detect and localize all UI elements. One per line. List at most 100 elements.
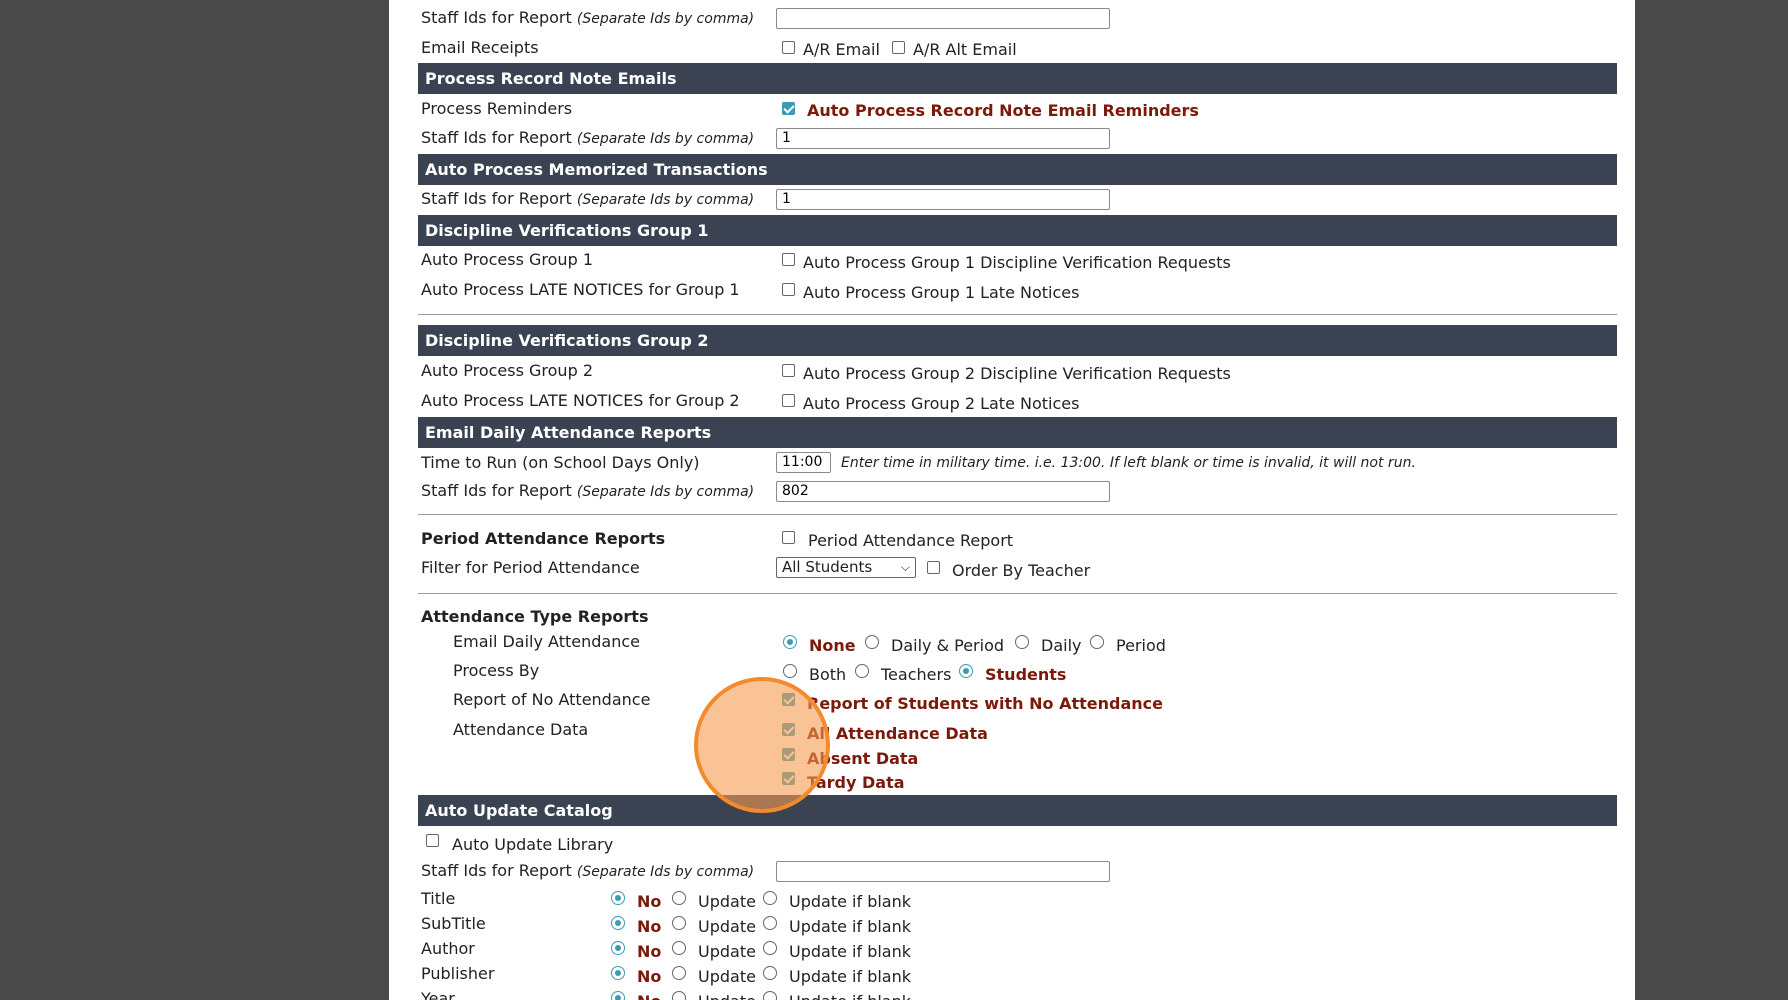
catalog-year-update-radio[interactable]: [672, 991, 686, 1000]
section-header-memorized-transactions: Auto Process Memorized Transactions: [418, 154, 1617, 185]
catalog-author-no-label: No: [637, 942, 662, 961]
auto-process-reminders-checkbox[interactable]: [782, 102, 795, 115]
catalog-author-update-radio[interactable]: [672, 941, 686, 955]
no-attendance-label: Report of No Attendance: [453, 690, 651, 709]
process-by-label: Process By: [453, 661, 540, 680]
process-by-students-label: Students: [985, 665, 1067, 684]
catalog-title-update-label: Update: [698, 892, 756, 911]
staff-ids-label: Staff Ids for Report (Separate Ids by co…: [421, 8, 755, 27]
highlight-circle: [694, 677, 830, 813]
email-daily-daily-label: Daily: [1041, 636, 1082, 655]
email-daily-daily-radio[interactable]: [1015, 635, 1029, 649]
filter-period-value: All Students: [782, 558, 873, 576]
period-attendance-option-label: Period Attendance Report: [808, 531, 1014, 550]
process-by-students-radio[interactable]: [959, 664, 973, 678]
catalog-subtitle-no-radio[interactable]: [611, 916, 625, 930]
staff-ids-label: Staff Ids for Report (Separate Ids by co…: [421, 481, 755, 500]
all-attendance-data-label: All Attendance Data: [807, 724, 988, 743]
time-to-run-input[interactable]: 11:00: [776, 452, 831, 473]
catalog-publisher-no-radio[interactable]: [611, 966, 625, 980]
section-header-record-note-emails: Process Record Note Emails: [418, 63, 1617, 94]
group2-late-notices-checkbox[interactable]: [782, 394, 795, 407]
staff-ids-input-top[interactable]: [776, 8, 1110, 29]
ar-email-label: A/R Email: [803, 40, 880, 59]
order-by-teacher-checkbox[interactable]: [927, 561, 940, 574]
process-by-both-radio[interactable]: [783, 664, 797, 678]
email-daily-period-radio[interactable]: [1090, 635, 1104, 649]
catalog-title-update-blank-radio[interactable]: [763, 891, 777, 905]
chevron-down-icon: ⌵: [900, 560, 910, 574]
time-hint: Enter time in military time. i.e. 13:00.…: [841, 455, 1416, 471]
catalog-publisher-no-label: No: [637, 967, 662, 986]
catalog-publisher-update-label: Update: [698, 967, 756, 986]
period-attendance-checkbox[interactable]: [782, 531, 795, 544]
catalog-year-update-blank-radio[interactable]: [763, 991, 777, 1000]
group2-verification-checkbox[interactable]: [782, 364, 795, 377]
daily-attendance-staff-ids-input[interactable]: 802: [776, 481, 1110, 502]
group1-verification-checkbox[interactable]: [782, 253, 795, 266]
attendance-type-label: Attendance Type Reports: [421, 607, 649, 626]
catalog-subtitle-update-blank-radio[interactable]: [763, 916, 777, 930]
email-receipts-label: Email Receipts: [421, 38, 539, 57]
group2-row1-label: Auto Process Group 2: [421, 361, 593, 380]
email-daily-none-radio[interactable]: [783, 635, 797, 649]
memorized-staff-ids-input[interactable]: 1: [776, 189, 1110, 210]
catalog-subtitle-update-blank-label: Update if blank: [789, 917, 912, 936]
section-header-discipline-group-2: Discipline Verifications Group 2: [418, 325, 1617, 356]
settings-page: Staff Ids for Report (Separate Ids by co…: [389, 0, 1635, 1000]
catalog-author-update-blank-radio[interactable]: [763, 941, 777, 955]
ar-alt-email-label: A/R Alt Email: [913, 40, 1017, 59]
auto-process-reminders-label: Auto Process Record Note Email Reminders: [807, 101, 1199, 120]
catalog-author-update-blank-label: Update if blank: [789, 942, 912, 961]
section-header-email-daily-attendance: Email Daily Attendance Reports: [418, 417, 1617, 448]
catalog-publisher-update-blank-radio[interactable]: [763, 966, 777, 980]
email-daily-daily-period-label: Daily & Period: [891, 636, 1005, 655]
auto-update-library-checkbox[interactable]: [426, 834, 439, 847]
process-by-both-label: Both: [809, 665, 847, 684]
catalog-field-publisher-label: Publisher: [421, 964, 495, 983]
group1-row1-label: Auto Process Group 1: [421, 250, 593, 269]
email-daily-daily-period-radio[interactable]: [865, 635, 879, 649]
no-attendance-option-label: Report of Students with No Attendance: [807, 694, 1163, 713]
section-header-discipline-group-1: Discipline Verifications Group 1: [418, 215, 1617, 246]
catalog-publisher-update-blank-label: Update if blank: [789, 967, 912, 986]
catalog-field-subtitle-label: SubTitle: [421, 914, 486, 933]
catalog-publisher-update-radio[interactable]: [672, 966, 686, 980]
catalog-field-title-label: Title: [421, 889, 456, 908]
record-note-staff-ids-input[interactable]: 1: [776, 128, 1110, 149]
staff-ids-label: Staff Ids for Report (Separate Ids by co…: [421, 189, 755, 208]
catalog-title-update-radio[interactable]: [672, 891, 686, 905]
process-by-teachers-radio[interactable]: [855, 664, 869, 678]
group1-verification-label: Auto Process Group 1 Discipline Verifica…: [803, 253, 1231, 272]
catalog-year-update-label: Update: [698, 992, 756, 1000]
attendance-data-label: Attendance Data: [453, 720, 589, 739]
catalog-author-no-radio[interactable]: [611, 941, 625, 955]
ar-email-checkbox[interactable]: [782, 41, 795, 54]
ar-alt-email-checkbox[interactable]: [892, 41, 905, 54]
time-to-run-label: Time to Run (on School Days Only): [421, 453, 700, 472]
email-daily-attendance-label: Email Daily Attendance: [453, 632, 640, 651]
catalog-title-update-blank-label: Update if blank: [789, 892, 912, 911]
catalog-field-author-label: Author: [421, 939, 475, 958]
section-header-auto-update-catalog: Auto Update Catalog: [418, 795, 1617, 826]
filter-period-label: Filter for Period Attendance: [421, 558, 640, 577]
staff-ids-label: Staff Ids for Report (Separate Ids by co…: [421, 128, 755, 147]
staff-ids-label: Staff Ids for Report (Separate Ids by co…: [421, 861, 755, 880]
catalog-year-no-radio[interactable]: [611, 991, 625, 1000]
divider: [418, 593, 1617, 594]
filter-period-select[interactable]: All Students ⌵: [776, 557, 916, 578]
order-by-teacher-label: Order By Teacher: [952, 561, 1091, 580]
email-daily-none-label: None: [809, 636, 856, 655]
group1-late-notices-checkbox[interactable]: [782, 283, 795, 296]
catalog-staff-ids-input[interactable]: [776, 861, 1110, 882]
catalog-subtitle-update-radio[interactable]: [672, 916, 686, 930]
catalog-title-no-radio[interactable]: [611, 891, 625, 905]
auto-update-library-label: Auto Update Library: [452, 835, 614, 854]
group1-late-notices-label: Auto Process Group 1 Late Notices: [803, 283, 1080, 302]
divider: [418, 314, 1617, 315]
email-daily-period-label: Period: [1116, 636, 1166, 655]
catalog-subtitle-no-label: No: [637, 917, 662, 936]
group2-verification-label: Auto Process Group 2 Discipline Verifica…: [803, 364, 1231, 383]
catalog-subtitle-update-label: Update: [698, 917, 756, 936]
group2-late-notices-label: Auto Process Group 2 Late Notices: [803, 394, 1080, 413]
